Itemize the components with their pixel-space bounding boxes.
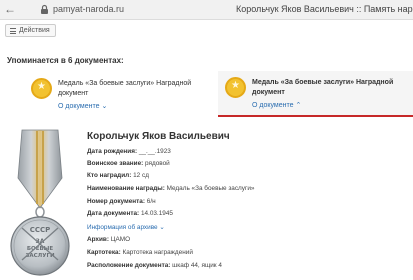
field-label: Дата документа:: [87, 210, 140, 217]
actions-label: Действия: [19, 27, 50, 34]
field-doc-location: Расположение документа: шкаф 44, ящик 4: [87, 262, 222, 269]
field-value: __.__.1923: [138, 148, 171, 155]
field-label: Кто наградил:: [87, 172, 132, 179]
field-label: Наименование награды:: [87, 185, 165, 192]
about-document-link[interactable]: О документе ⌄: [58, 102, 107, 110]
field-value: Картотека награждений: [122, 249, 193, 256]
field-awarded-by: Кто наградил: 12 сд: [87, 172, 149, 179]
browser-bar: ← pamyat-naroda.ru Корольчук Яков Василь…: [0, 0, 413, 20]
field-rank: Воинское звание: рядовой: [87, 160, 170, 167]
back-arrow-icon[interactable]: ←: [4, 2, 16, 16]
lock-icon: [41, 4, 48, 14]
archive-info-link[interactable]: Информация об архиве: [87, 224, 158, 231]
medal-icon: [225, 77, 246, 98]
medal-inscription: СССР: [30, 226, 51, 234]
about-document-link[interactable]: О документе ⌃: [252, 101, 301, 109]
field-label: Номер документа:: [87, 198, 145, 205]
document-card-active[interactable]: Медаль «За боевые заслуги» Наградной док…: [218, 71, 413, 117]
field-value: Медаль «За боевые заслуги»: [166, 185, 255, 192]
field-label: Расположение документа:: [87, 262, 171, 269]
mentioned-heading: Упоминается в 6 документах:: [7, 56, 124, 65]
field-label: Архив:: [87, 236, 109, 243]
field-value: ЦАМО: [110, 236, 131, 243]
field-value: рядовой: [145, 160, 170, 167]
document-card[interactable]: Медаль «За боевые заслуги» Наградной док…: [24, 72, 217, 116]
actions-button[interactable]: Действия: [5, 24, 56, 37]
field-archive: Архив: ЦАМО: [87, 236, 130, 243]
person-name: Корольчук Яков Васильевич: [87, 131, 230, 142]
medal-inscription: БОЕВЫЕ: [27, 246, 54, 252]
field-label: Дата рождения:: [87, 148, 138, 155]
field-doc-number: Номер документа: 6/н: [87, 198, 156, 205]
field-birth-date: Дата рождения: __.__.1923: [87, 148, 171, 155]
menu-icon: [10, 27, 16, 34]
chevron-down-icon: ⌄: [159, 224, 165, 231]
field-value: 14.03.1945: [140, 210, 173, 217]
field-value: шкаф 44, ящик 4: [172, 262, 222, 269]
field-doc-date: Дата документа: 14.03.1945: [87, 210, 173, 217]
field-award-name: Наименование награды: Медаль «За боевые …: [87, 185, 254, 192]
field-label: Воинское звание:: [87, 160, 144, 167]
field-label: Картотека:: [87, 249, 121, 256]
url-text[interactable]: pamyat-naroda.ru: [53, 4, 124, 14]
page-tab-title: Корольчук Яков Васильевич :: Память наро…: [236, 4, 413, 14]
document-title: Медаль «За боевые заслуги» Наградной док…: [252, 79, 394, 96]
medal-icon: [31, 78, 52, 99]
archive-info-toggle[interactable]: Информация об архиве ⌄: [87, 223, 165, 231]
field-value: 12 сд: [133, 172, 149, 179]
field-card-index: Картотека: Картотека награждений: [87, 249, 193, 256]
medal-image: СССР ЗА БОЕВЫЕ ЗАСЛУГИ: [10, 129, 70, 276]
document-title: Медаль «За боевые заслуги» Наградной док…: [58, 80, 192, 97]
field-value: 6/н: [146, 198, 156, 205]
